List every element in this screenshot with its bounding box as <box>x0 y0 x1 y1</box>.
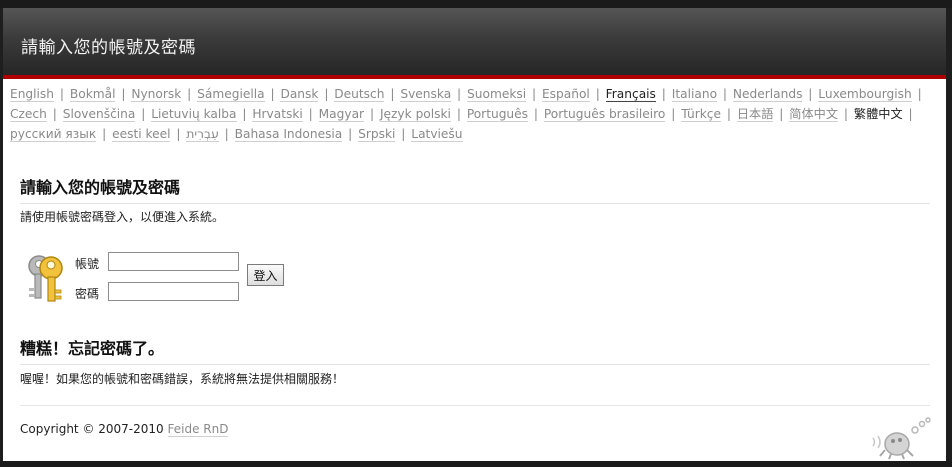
username-label: 帳號 <box>75 257 100 271</box>
feide-rnd-link[interactable]: Feide RnD <box>167 422 229 437</box>
language-separator: | <box>308 107 313 121</box>
language-link[interactable]: Hrvatski <box>252 107 303 122</box>
language-separator: | <box>224 127 229 141</box>
language-separator: | <box>808 87 813 101</box>
language-separator: | <box>532 87 537 101</box>
language-separator: | <box>242 107 247 121</box>
language-separator: | <box>843 107 849 121</box>
username-field[interactable] <box>108 252 239 271</box>
language-link[interactable]: Dansk <box>280 87 319 102</box>
language-separator: | <box>187 87 192 101</box>
language-link[interactable]: Português <box>466 107 529 122</box>
language-link[interactable]: eesti keel <box>112 127 171 142</box>
password-field[interactable] <box>108 282 239 301</box>
feide-mascot-icon <box>872 417 931 460</box>
footer-divider <box>20 405 930 406</box>
language-link[interactable]: Italiano <box>671 87 718 102</box>
language-link[interactable]: Nederlands <box>732 87 803 102</box>
language-link: 繁體中文 <box>853 107 903 121</box>
language-link[interactable]: Português brasileiro <box>543 107 666 122</box>
login-button[interactable]: 登入 <box>247 264 284 286</box>
language-separator: | <box>779 107 784 121</box>
language-separator: | <box>141 107 146 121</box>
language-link[interactable]: Bokmål <box>69 87 116 102</box>
copyright: Copyright © 2007-2010 Feide RnD <box>20 422 229 437</box>
header-title: 請輸入您的帳號及密碼 <box>21 38 196 58</box>
language-link[interactable]: Magyar <box>318 107 365 122</box>
page-frame: 請輸入您的帳號及密碼 English | Bokmål | Nynorsk | … <box>0 8 952 461</box>
language-link[interactable]: עִבְרִית <box>186 127 219 142</box>
language-separator: | <box>401 127 406 141</box>
language-separator: | <box>348 127 353 141</box>
forgot-description: 喔喔！如果您的帳號和密碼錯誤，系統將無法提供相關服務！ <box>20 372 345 386</box>
language-separator: | <box>324 87 329 101</box>
language-separator: | <box>456 107 461 121</box>
language-link[interactable]: русский язык <box>10 127 97 142</box>
language-separator: | <box>595 87 600 101</box>
language-separator: | <box>726 107 731 121</box>
language-link[interactable]: Nynorsk <box>131 87 182 102</box>
forgot-heading: 糟糕！忘記密碼了。 <box>20 335 930 365</box>
language-link[interactable]: Svenska <box>400 87 452 102</box>
language-separator: | <box>52 107 57 121</box>
language-link[interactable]: Sámegiella <box>197 87 265 102</box>
language-link[interactable]: Suomeksi <box>467 87 527 102</box>
language-separator: | <box>722 87 728 101</box>
language-bar: English | Bokmål | Nynorsk | Sámegiella … <box>10 84 930 144</box>
language-link[interactable]: Español <box>541 87 590 102</box>
language-separator: | <box>908 107 913 121</box>
language-separator: | <box>917 87 922 101</box>
header-bar: 請輸入您的帳號及密碼 <box>3 8 946 79</box>
language-separator: | <box>457 87 462 101</box>
login-description: 請使用帳號密碼登入，以便進入系統。 <box>20 210 225 224</box>
language-link[interactable]: Slovenščina <box>62 107 136 122</box>
keys-icon <box>28 255 63 302</box>
language-separator: | <box>102 127 107 141</box>
language-separator: | <box>121 87 126 101</box>
language-separator: | <box>390 87 395 101</box>
language-separator: | <box>661 87 666 101</box>
language-separator: | <box>176 127 181 141</box>
language-separator: | <box>533 107 538 121</box>
language-link[interactable]: Lietuvių kalba <box>151 107 237 122</box>
language-link[interactable]: Türkçe <box>681 107 721 122</box>
login-heading: 請輸入您的帳號及密碼 <box>20 174 930 204</box>
language-link[interactable]: Luxembourgish <box>818 87 912 102</box>
language-link[interactable]: English <box>10 87 55 102</box>
language-link[interactable]: Français <box>605 87 656 102</box>
language-separator: | <box>671 107 676 121</box>
password-label: 密碼 <box>75 287 100 301</box>
language-link[interactable]: 简体中文 <box>789 107 839 122</box>
language-link[interactable]: Latviešu <box>411 127 463 142</box>
language-link[interactable]: Bahasa Indonesia <box>234 127 343 142</box>
language-separator: | <box>369 107 375 121</box>
language-separator: | <box>59 87 64 101</box>
language-separator: | <box>270 87 275 101</box>
language-link[interactable]: 日本語 <box>736 107 774 122</box>
language-link[interactable]: Język polski <box>379 107 451 122</box>
language-link[interactable]: Srpski <box>358 127 396 142</box>
language-link[interactable]: Deutsch <box>334 87 385 102</box>
copyright-text: Copyright © 2007-2010 <box>20 422 164 436</box>
language-link[interactable]: Czech <box>10 107 47 122</box>
